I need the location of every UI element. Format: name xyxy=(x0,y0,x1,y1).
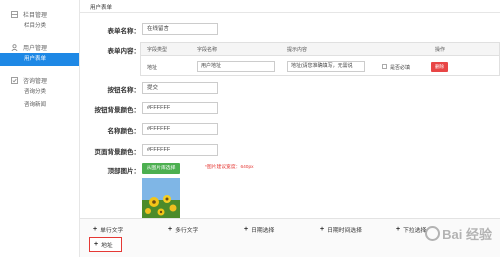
title-divider xyxy=(80,12,500,13)
field-type-label: 日期选择 xyxy=(251,228,275,234)
table-header: 字段类型 字段名称 提示内容 操作 xyxy=(141,43,499,56)
field-type-cell: 地址 xyxy=(147,65,158,71)
sidebar-section-column[interactable]: 栏目管理 xyxy=(0,8,79,20)
watermark-text: Bai 经验 xyxy=(442,227,492,242)
plus-icon: + xyxy=(168,226,173,233)
form-name-input[interactable]: 在线留言 xyxy=(142,23,218,35)
sidebar-section-title: 栏目管理 xyxy=(23,12,48,19)
plus-icon: + xyxy=(94,241,99,248)
add-datetime-picker-button[interactable]: + 日期时间选择 xyxy=(320,225,362,234)
sidebar-item-column-category[interactable]: 栏目分类 xyxy=(0,20,79,33)
sidebar-section-title: 咨询管理 xyxy=(23,78,48,85)
plus-icon: + xyxy=(396,226,401,233)
plus-icon: + xyxy=(320,226,325,233)
name-color-input[interactable]: #FFFFFF xyxy=(142,123,218,135)
name-color-label: 名称颜色： xyxy=(107,128,141,135)
add-date-picker-button[interactable]: + 日期选择 xyxy=(244,225,274,234)
check-icon xyxy=(11,76,18,84)
table-header-cell: 字段名称 xyxy=(197,47,218,53)
field-type-label: 单行文字 xyxy=(100,228,124,234)
table-header-cell: 提示内容 xyxy=(287,47,308,53)
add-single-line-text-button[interactable]: + 单行文字 xyxy=(93,225,123,234)
table-header-cell: 操作 xyxy=(435,47,446,53)
required-checkbox[interactable] xyxy=(382,64,387,69)
delete-button[interactable]: 删除 xyxy=(431,62,448,72)
form-content-label: 表单内容： xyxy=(107,48,141,55)
required-label: 是否必填 xyxy=(390,65,411,71)
main-content: 用户表单 表单名称： 在线留言 表单内容： 字段类型 字段名称 提示内容 操作 … xyxy=(80,0,500,257)
page-bg-color-label: 页面背景颜色： xyxy=(94,149,141,156)
page-bg-color-input[interactable]: #FFFFFF xyxy=(142,144,218,156)
field-type-label: 多行文字 xyxy=(175,228,199,234)
sidebar-item-user-form[interactable]: 用户表单 xyxy=(0,53,79,66)
sidebar-section-user[interactable]: 用户管理 xyxy=(0,41,79,53)
sidebar: 栏目管理 栏目分类 用户管理 用户表单 咨询管理 咨询分类 咨询新闻 xyxy=(0,0,80,257)
image-width-hint: *图片建议宽度：640px xyxy=(205,165,254,170)
watermark: Bai 经验 xyxy=(425,224,492,243)
add-dropdown-button[interactable]: + 下拉选择 xyxy=(396,225,426,234)
form-name-label: 表单名称： xyxy=(107,28,141,35)
field-name-input[interactable]: 用户地址 xyxy=(197,61,275,72)
button-name-input[interactable]: 提交 xyxy=(142,82,218,94)
grid-icon xyxy=(11,10,18,18)
plus-icon: + xyxy=(93,226,98,233)
button-name-label: 按钮名称： xyxy=(107,87,141,94)
add-address-button[interactable]: + 地址 xyxy=(89,237,122,252)
field-type-label: 日期时间选择 xyxy=(327,228,362,234)
plus-icon: + xyxy=(244,226,249,233)
sidebar-section-consult[interactable]: 咨询管理 xyxy=(0,74,79,86)
form-content-table: 字段类型 字段名称 提示内容 操作 地址 用户地址 地址(请您准确填写，无需说 … xyxy=(140,42,500,76)
page-title: 用户表单 xyxy=(90,5,113,11)
top-image-preview[interactable] xyxy=(142,178,180,218)
field-hint-input[interactable]: 地址(请您准确填写，无需说 xyxy=(287,61,365,72)
select-from-library-button[interactable]: 从图片库选择 xyxy=(142,163,180,174)
button-bg-color-label: 按钮背景颜色： xyxy=(94,107,141,114)
top-image-label: 顶部图片： xyxy=(107,168,141,175)
sidebar-item-consult-news[interactable]: 咨询新闻 xyxy=(0,99,79,112)
sidebar-item-consult-category[interactable]: 咨询分类 xyxy=(0,86,79,99)
sidebar-section-title: 用户管理 xyxy=(23,45,48,52)
table-header-cell: 字段类型 xyxy=(147,47,168,53)
field-type-label: 地址 xyxy=(101,243,113,249)
add-multi-line-text-button[interactable]: + 多行文字 xyxy=(168,225,198,234)
user-icon xyxy=(11,43,18,51)
field-type-label: 下拉选择 xyxy=(403,228,427,234)
baidu-logo-icon xyxy=(425,226,441,241)
button-bg-color-input[interactable]: #FFFFFF xyxy=(142,102,218,114)
